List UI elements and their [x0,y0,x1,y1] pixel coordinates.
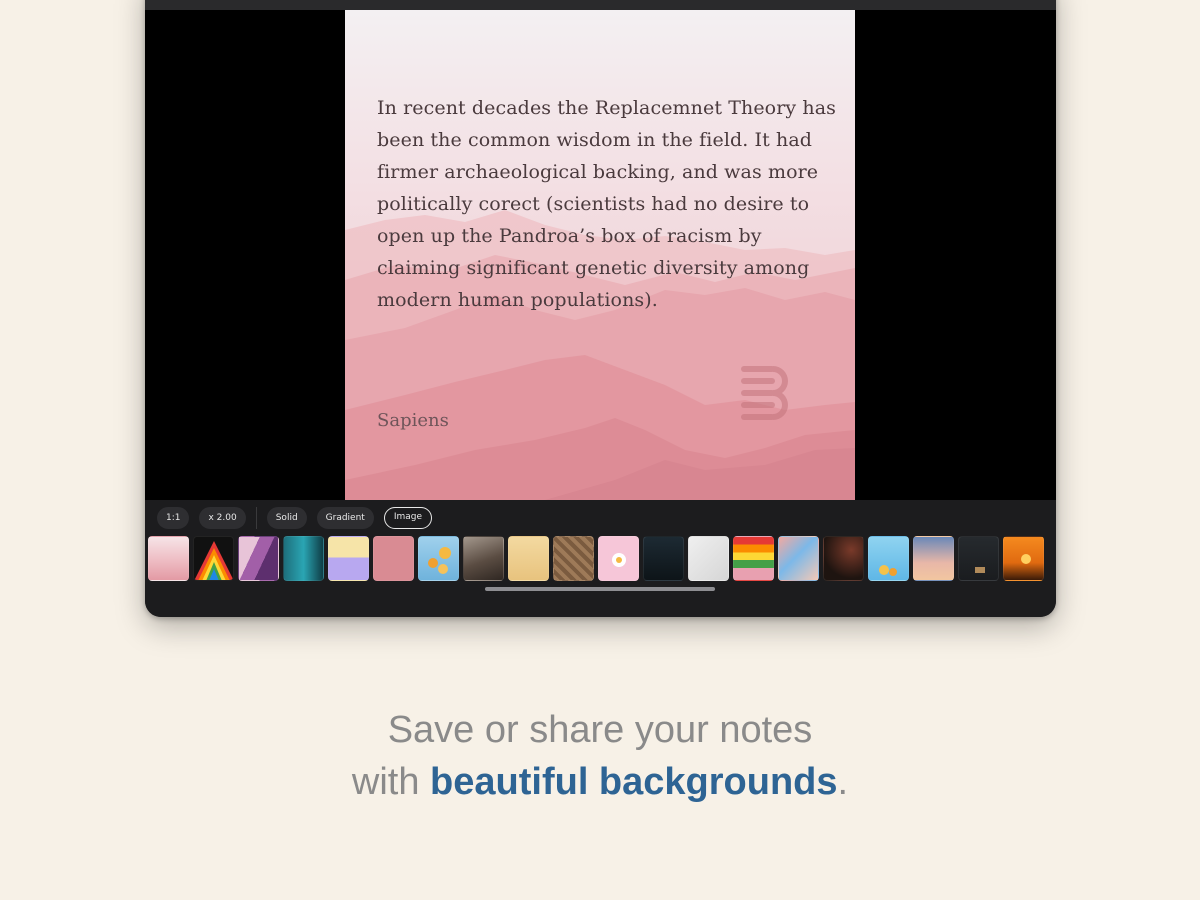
background-thumbnail[interactable] [373,536,414,581]
tab-solid[interactable]: Solid [266,507,307,529]
app-logo-icon [741,366,788,420]
background-thumbnail[interactable] [958,536,999,581]
quote-source: Sapiens [377,410,449,431]
background-thumbnail[interactable] [418,536,459,581]
background-toolbar: 1:1 x 2.00 Solid Gradient Image [145,500,1056,617]
caption-highlight: beautiful backgrounds [430,761,838,803]
background-thumbnail[interactable] [598,536,639,581]
background-thumbnail[interactable] [193,536,234,581]
preview-stage: In recent decades the Replacemnet Theory… [145,10,1056,518]
caption-line-2: with beautiful backgrounds. [0,756,1200,808]
home-indicator [485,587,715,591]
option-chips: 1:1 x 2.00 Solid Gradient Image [157,506,442,530]
background-thumbnail[interactable] [283,536,324,581]
background-thumbnail[interactable] [913,536,954,581]
caption-line-2-suffix: . [837,761,849,803]
background-thumbnail[interactable] [1003,536,1044,581]
background-thumbnail[interactable] [328,536,369,581]
background-thumbnail[interactable] [688,536,729,581]
scale-button[interactable]: x 2.00 [199,507,246,529]
background-thumbnail[interactable] [148,536,189,581]
background-thumbnail[interactable] [643,536,684,581]
tablet-frame: In recent decades the Replacemnet Theory… [145,0,1056,617]
caption-line-2-prefix: with [351,761,431,803]
quote-text: In recent decades the Replacemnet Theory… [377,97,836,311]
tab-image[interactable]: Image [383,507,433,529]
promo-caption: Save or share your notes with beautiful … [0,704,1200,808]
chip-divider [255,507,257,529]
caption-line-1: Save or share your notes [387,709,813,751]
note-card-preview: In recent decades the Replacemnet Theory… [345,10,855,518]
background-thumbnail[interactable] [778,536,819,581]
background-thumbnail[interactable] [868,536,909,581]
background-thumbnail[interactable] [733,536,774,581]
background-thumbnail[interactable] [508,536,549,581]
background-thumbnail-list [148,536,1044,581]
background-thumbnail[interactable] [823,536,864,581]
background-thumbnail[interactable] [463,536,504,581]
background-thumbnail[interactable] [553,536,594,581]
top-bar [145,0,1056,10]
aspect-ratio-button[interactable]: 1:1 [157,507,190,529]
background-thumbnail[interactable] [238,536,279,581]
tab-gradient[interactable]: Gradient [316,507,374,529]
